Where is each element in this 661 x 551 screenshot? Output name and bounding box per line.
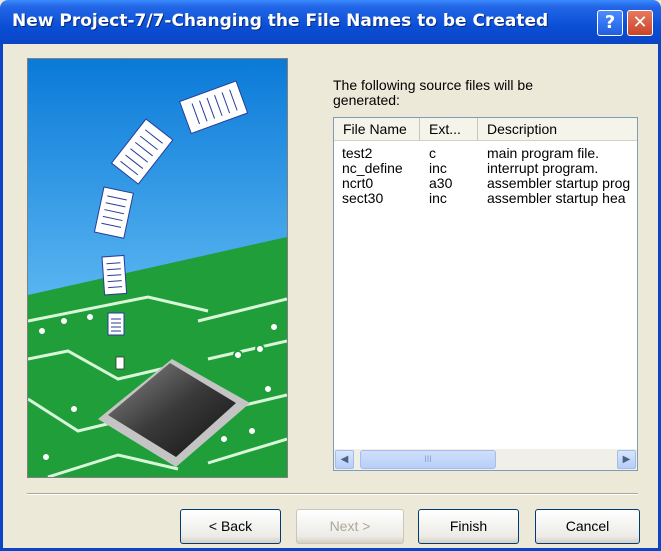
file-name-cell: sect30 xyxy=(342,191,384,206)
intro-text: The following source files will be gener… xyxy=(333,77,533,108)
list-item[interactable]: ncrt0 a30 assembler startup prog xyxy=(334,176,637,191)
list-item[interactable]: test2 c main program file. xyxy=(334,146,637,161)
button-separator xyxy=(27,493,638,495)
file-name-cell: ncrt0 xyxy=(342,176,374,191)
list-item[interactable]: sect30 inc assembler startup hea xyxy=(334,191,637,206)
description-cell: assembler startup prog xyxy=(487,176,631,191)
file-list[interactable]: File Name Ext... Description test2 c mai… xyxy=(333,117,638,471)
window-title: New Project-7/7-Changing the File Names … xyxy=(12,11,549,31)
ext-cell: a30 xyxy=(429,176,453,191)
cancel-button[interactable]: Cancel xyxy=(535,509,640,544)
list-item[interactable]: nc_define inc interrupt program. xyxy=(334,161,637,176)
ext-cell: inc xyxy=(429,191,447,206)
ext-cell: inc xyxy=(429,161,447,176)
file-name-cell: nc_define xyxy=(342,161,403,176)
next-button[interactable]: Next > xyxy=(296,509,404,544)
description-cell: interrupt program. xyxy=(487,161,599,176)
finish-button[interactable]: Finish xyxy=(418,509,519,544)
wizard-illustration xyxy=(27,58,288,478)
circuit-board-illustration xyxy=(28,59,287,477)
scroll-right-icon[interactable]: ▶ xyxy=(617,450,636,469)
column-header-ext[interactable]: Ext... xyxy=(420,118,478,140)
list-header: File Name Ext... Description xyxy=(334,118,637,141)
title-bar: New Project-7/7-Changing the File Names … xyxy=(0,0,661,44)
scroll-left-icon[interactable]: ◀ xyxy=(335,450,354,469)
ext-cell: c xyxy=(429,146,436,161)
column-header-description[interactable]: Description xyxy=(478,118,637,140)
horizontal-scrollbar[interactable]: ◀ III ▶ xyxy=(334,449,637,470)
scroll-thumb[interactable]: III xyxy=(360,450,496,469)
description-cell: main program file. xyxy=(487,146,600,161)
help-button[interactable]: ? xyxy=(597,10,623,36)
description-cell: assembler startup hea xyxy=(487,191,626,206)
back-button[interactable]: < Back xyxy=(180,509,281,544)
file-name-cell: test2 xyxy=(342,146,373,161)
close-button[interactable]: ✕ xyxy=(627,10,653,36)
column-header-file-name[interactable]: File Name xyxy=(334,118,420,140)
list-rows: test2 c main program file. nc_define inc… xyxy=(334,146,637,206)
